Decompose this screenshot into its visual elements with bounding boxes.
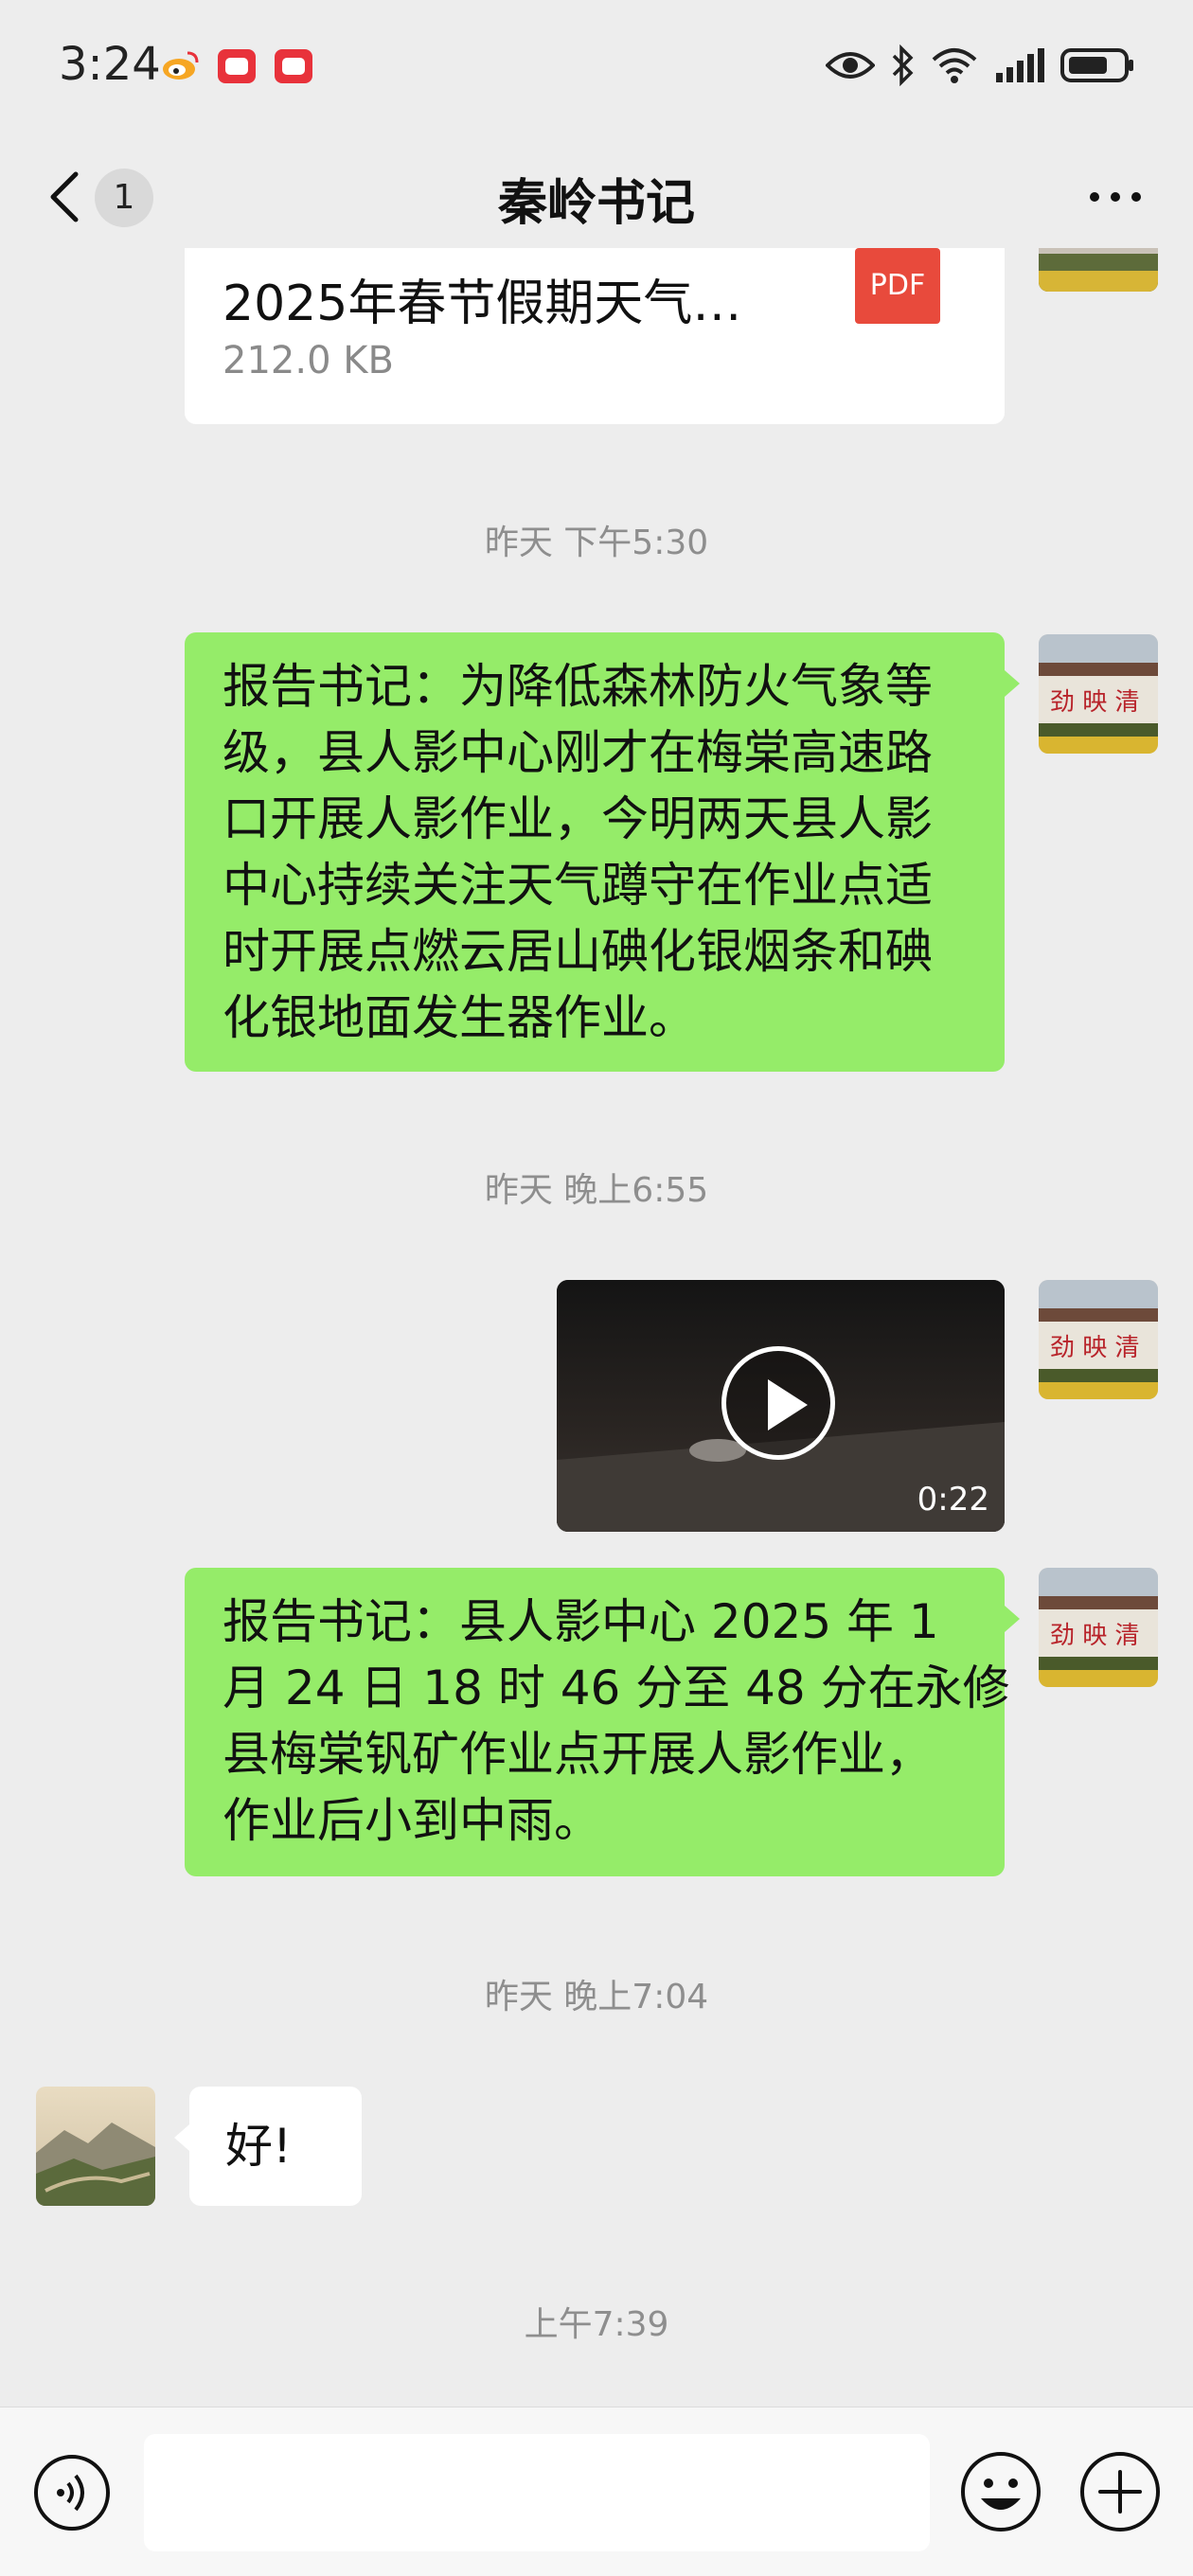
message-line: 时开展点燃云居山碘化银烟条和碘 (223, 924, 933, 979)
plus-icon[interactable] (1077, 2449, 1163, 2534)
message-line: 县梅棠钒矿作业点开展人影作业， (223, 1727, 933, 1782)
message-line: 报告书记：县人影中心 2025 年 1 (223, 1594, 939, 1649)
message-line: 化银地面发生器作业。 (223, 990, 696, 1045)
avatar[interactable]: 劲 映 清 (1039, 1568, 1158, 1687)
timestamp: 上午7:39 (524, 2305, 669, 2344)
video-message[interactable]: 0:22 (557, 1280, 1005, 1532)
bluetooth-icon (892, 44, 914, 86)
pdf-file-icon: PDF (855, 248, 940, 324)
timestamp: 昨天 晚上7:04 (484, 1978, 709, 2016)
message-line: 月 24 日 18 时 46 分至 48 分在永修 (223, 1661, 1010, 1715)
wifi-icon (932, 48, 977, 83)
chat-header: 1 秦岭书记 (0, 142, 1193, 246)
emoji-icon[interactable] (958, 2449, 1043, 2534)
message-line: 中心持续关注天气蹲守在作业点适 (223, 858, 933, 913)
weibo-icon (163, 51, 199, 80)
status-bar: 3:24 (0, 0, 1193, 133)
avatar[interactable] (36, 2087, 155, 2206)
message-list[interactable]: 2025年春节假期天气… 212.0 KB PDF 昨天 下午5:30 报告书记… (0, 248, 1193, 2407)
signal-icon (996, 48, 1044, 82)
video-duration: 0:22 (917, 1481, 989, 1519)
message-line: 报告书记：为降低森林防火气象等 (223, 659, 933, 714)
svg-text:劲 映 清: 劲 映 清 (1050, 1334, 1140, 1362)
voice-icon[interactable] (32, 2453, 112, 2532)
input-bar (0, 2407, 1193, 2576)
avatar[interactable]: 劲 映 清 (1039, 634, 1158, 754)
timestamp: 昨天 下午5:30 (484, 524, 709, 562)
play-icon[interactable] (721, 1346, 835, 1460)
sent-message-bubble[interactable]: 报告书记：为降低森林防火气象等 级，县人影中心刚才在梅棠高速路 口开展人影作业，… (185, 632, 1020, 1072)
avatar[interactable] (1039, 248, 1158, 292)
more-dots-icon[interactable] (1087, 178, 1144, 216)
message-line: 作业后小到中雨。 (223, 1793, 601, 1848)
message-line: 级，县人影中心刚才在梅棠高速路 (223, 725, 933, 780)
received-message-bubble[interactable]: 好! (174, 2087, 362, 2206)
message-line: 口开展人影作业，今明两天县人影 (223, 791, 933, 846)
svg-text:劲 映 清: 劲 映 清 (1050, 1622, 1140, 1650)
status-time: 3:24 (59, 38, 161, 91)
file-name: 2025年春节假期天气… (223, 275, 742, 332)
app-notification-icon (218, 49, 256, 83)
eye-icon (826, 52, 875, 79)
battery-icon (1060, 48, 1133, 82)
message-input[interactable] (144, 2434, 930, 2551)
message-text: 好! (225, 2119, 293, 2174)
file-size: 212.0 KB (223, 339, 394, 382)
svg-text:劲 映 清: 劲 映 清 (1050, 688, 1140, 717)
chat-title: 秦岭书记 (497, 175, 695, 232)
sent-message-bubble[interactable]: 报告书记：县人影中心 2025 年 1 月 24 日 18 时 46 分至 48… (185, 1568, 1020, 1876)
timestamp: 昨天 晚上6:55 (484, 1171, 709, 1210)
file-message-card[interactable]: 2025年春节假期天气… 212.0 KB PDF (185, 248, 1005, 424)
app-notification-icon (275, 49, 312, 83)
avatar[interactable]: 劲 映 清 (1039, 1280, 1158, 1399)
